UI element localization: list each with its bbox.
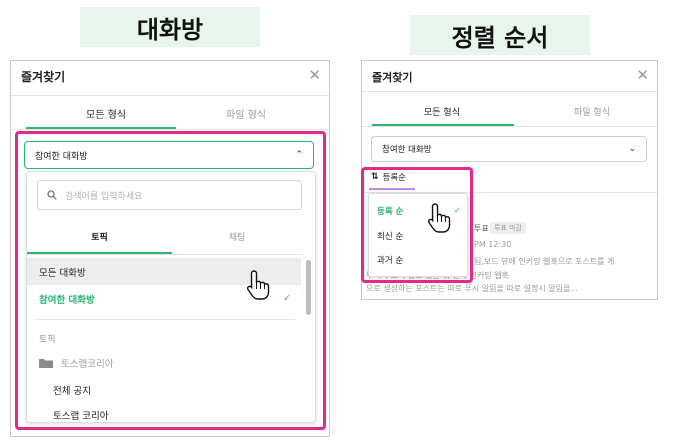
close-icon[interactable]: ✕ bbox=[308, 66, 321, 84]
chatroom-select[interactable]: 참여한 대화방 ⌄ bbox=[371, 136, 647, 162]
list-item[interactable]: 토스랩 코리아 bbox=[53, 408, 108, 422]
tab-all-types[interactable]: 모든 형식 bbox=[41, 106, 171, 121]
chatroom-select[interactable]: 참여한 대화방 ⌃ bbox=[24, 141, 314, 169]
sort-option-oldest[interactable]: 과거 순 bbox=[369, 249, 467, 271]
scrollbar[interactable] bbox=[306, 260, 311, 315]
right-section-title: 정렬 순서 bbox=[410, 15, 590, 55]
tab-all-types[interactable]: 모든 형식 bbox=[382, 105, 502, 118]
tab-topic[interactable]: 토픽 bbox=[27, 230, 172, 243]
chevron-down-icon: ⌄ bbox=[628, 144, 636, 154]
panel-title: 즐겨찾기 bbox=[21, 70, 66, 84]
divider bbox=[27, 254, 303, 255]
search-icon bbox=[47, 190, 57, 200]
sort-option-registered[interactable]: 등록 순 ✓ bbox=[369, 200, 467, 222]
post-text: 으로 생성하는 포스트는 따로 푸시 알림을 따로 설정시 알림을... bbox=[366, 284, 578, 293]
close-icon[interactable]: ✕ bbox=[636, 66, 649, 84]
divider bbox=[35, 319, 295, 320]
tab-file-types[interactable]: 파일 형식 bbox=[532, 105, 652, 118]
divider bbox=[11, 95, 329, 96]
folder-item[interactable]: 토스랩코리아 bbox=[39, 356, 113, 370]
sort-option-label: 등록 순 bbox=[377, 207, 404, 217]
hand-cursor-icon bbox=[246, 270, 270, 300]
list-item-label: 참여한 대화방 bbox=[39, 294, 95, 306]
select-value: 참여한 대화방 bbox=[35, 151, 88, 162]
sort-option-newest[interactable]: 최신 순 bbox=[369, 225, 467, 247]
post-time: PM 12:30 bbox=[474, 240, 512, 249]
folder-icon bbox=[39, 359, 53, 368]
hand-cursor-icon bbox=[427, 203, 451, 233]
panel-title: 즐겨찾기 bbox=[372, 71, 413, 84]
tab-chat[interactable]: 채팅 bbox=[177, 230, 297, 243]
post-text: 팀,보드 뷰에 인커밍 웹훅으로 포스트를 게 bbox=[474, 257, 615, 266]
left-section-title: 대화방 bbox=[80, 7, 260, 47]
check-icon: ✓ bbox=[453, 206, 461, 216]
search-input[interactable]: 검색어를 입력하세요 bbox=[37, 180, 302, 210]
search-placeholder: 검색어를 입력하세요 bbox=[65, 191, 143, 202]
sort-icon: ⇅ bbox=[371, 172, 379, 182]
divider bbox=[362, 126, 657, 127]
status-badge: 투표 마감 bbox=[490, 222, 526, 234]
sort-indicator bbox=[369, 188, 415, 190]
tab-file-types[interactable]: 파일 형식 bbox=[181, 106, 311, 121]
sort-button[interactable]: ⇅ 등록순 bbox=[371, 171, 406, 183]
list-item[interactable]: 전체 공지 bbox=[53, 383, 91, 397]
divider bbox=[11, 129, 329, 130]
chevron-up-icon: ⌃ bbox=[295, 150, 303, 160]
chatroom-dropdown: 검색어를 입력하세요 토픽 채팅 모든 대화방 참여한 대화방 ✓ 토픽 토스랩… bbox=[26, 171, 316, 423]
divider bbox=[362, 91, 657, 92]
section-label: 토픽 bbox=[39, 335, 56, 345]
select-value: 참여한 대화방 bbox=[382, 145, 432, 155]
post-type: 투표 bbox=[474, 224, 489, 233]
sort-dropdown: 등록 순 ✓ 최신 순 과거 순 bbox=[368, 193, 468, 277]
sort-label: 등록순 bbox=[382, 173, 407, 183]
folder-label: 토스랩코리아 bbox=[61, 359, 114, 370]
check-icon: ✓ bbox=[283, 293, 291, 304]
